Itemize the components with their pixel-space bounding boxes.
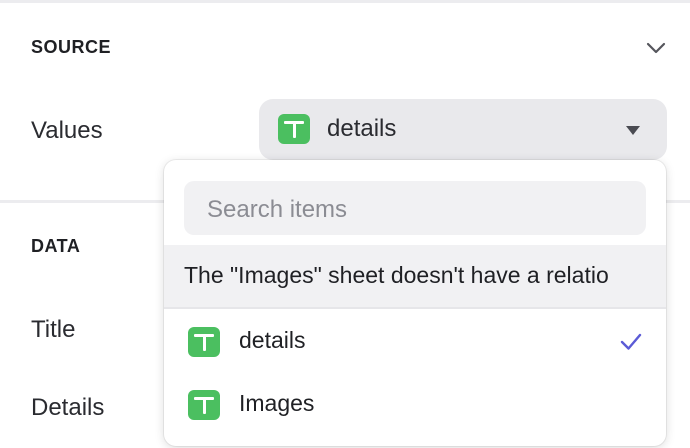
menu-item-images[interactable]: Images [164,376,666,436]
chevron-down-icon[interactable] [644,36,668,60]
search-placeholder: Search items [207,196,348,223]
details-field-label: Details [31,394,105,421]
top-divider [0,0,690,3]
data-section-title: DATA [31,236,81,256]
check-icon [620,333,642,350]
sheet-icon [188,327,220,357]
relation-notice: The "Images" sheet doesn't have a relati… [164,245,666,307]
menu-item-label: Images [239,390,315,416]
menu-divider [164,307,666,309]
relation-notice-text: The "Images" sheet doesn't have a relati… [184,262,609,288]
search-input[interactable]: Search items [184,181,646,235]
sheet-icon [278,114,310,144]
select-value: details [327,115,397,142]
values-select[interactable]: details [259,99,667,160]
menu-item-label: details [239,327,306,353]
source-section-title: SOURCE [31,37,112,57]
sheet-icon [188,390,220,420]
menu-item-details[interactable]: details [164,313,666,373]
values-label: Values [31,117,103,144]
values-dropdown-menu: Search items The "Images" sheet doesn't … [164,160,666,446]
title-field-label: Title [31,316,76,343]
caret-down-icon [626,126,640,135]
